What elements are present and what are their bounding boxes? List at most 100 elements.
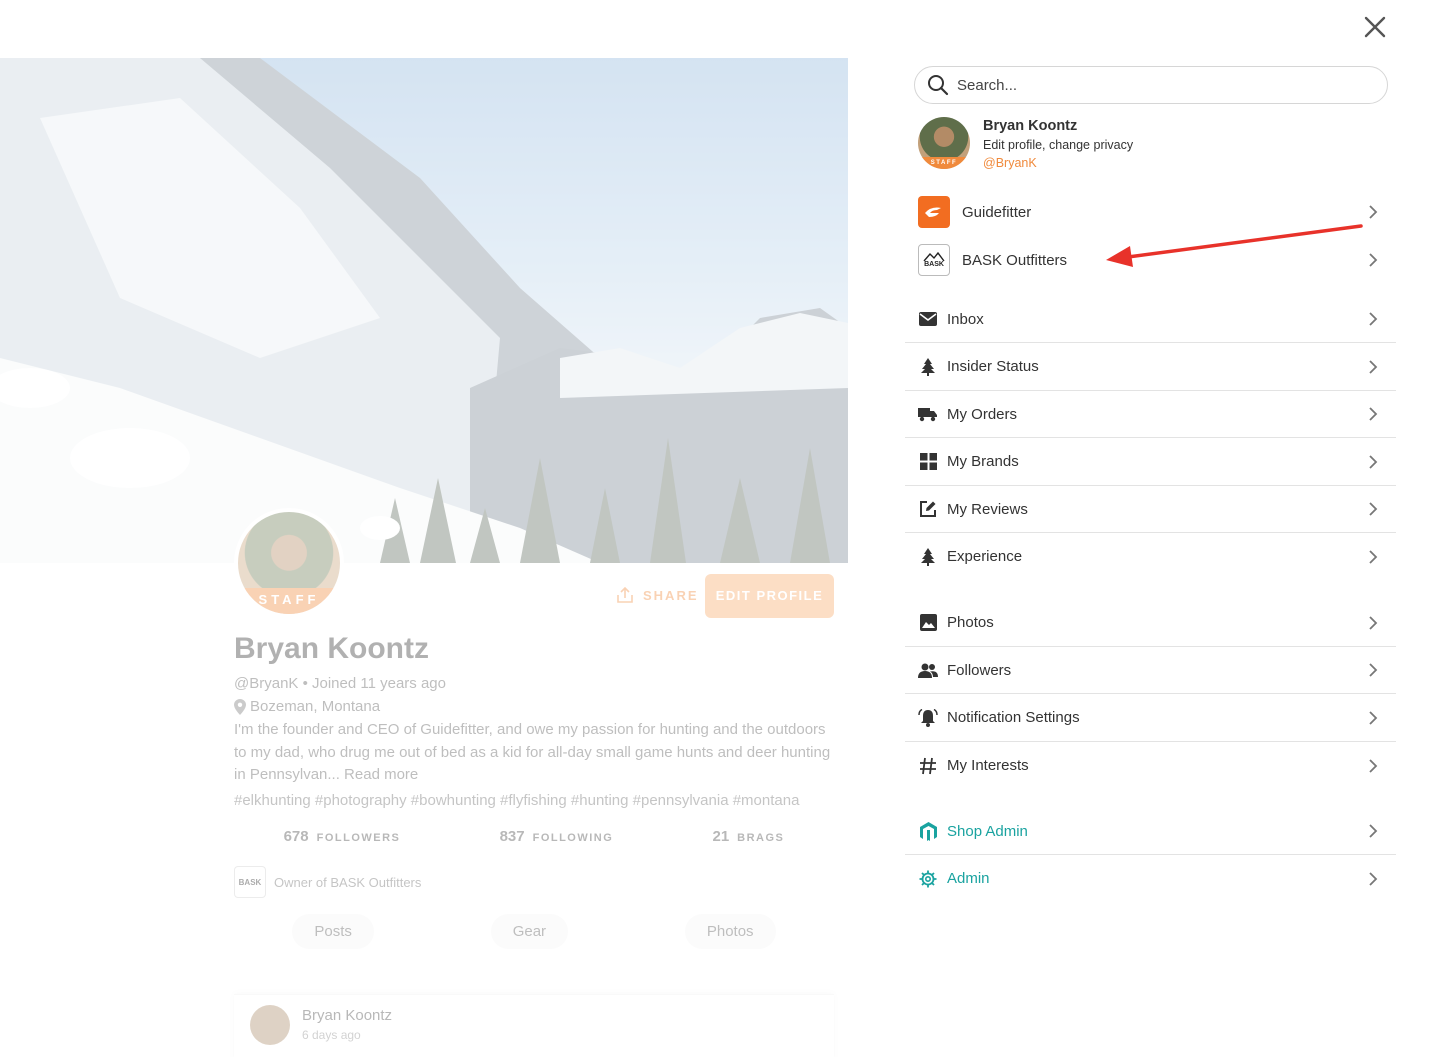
bask-logo-text: BASK: [924, 260, 944, 268]
chevron-right-icon: [1369, 824, 1378, 838]
profile-location: Bozeman, Montana: [234, 698, 380, 715]
menu-item-my-orders[interactable]: My Orders: [905, 391, 1396, 438]
map-pin-icon: [234, 698, 246, 715]
image-icon: [918, 613, 938, 633]
share-icon: [617, 586, 633, 603]
tab-posts[interactable]: Posts: [292, 914, 374, 949]
chevron-right-icon: [1369, 502, 1378, 516]
owner-of-badge[interactable]: BASK Owner of BASK Outfitters: [234, 866, 421, 898]
chevron-right-icon: [1369, 253, 1378, 267]
share-button[interactable]: SHARE: [615, 586, 699, 604]
bell-icon: [918, 708, 938, 728]
chevron-right-icon: [1369, 871, 1378, 886]
menu-item-label: Shop Admin: [947, 822, 1028, 840]
guidefitter-logo-icon: [918, 196, 950, 228]
tree-icon: [918, 547, 938, 567]
profile-avatar[interactable]: STAFF: [234, 508, 344, 618]
search-icon: [928, 75, 949, 96]
menu-item-label: My Interests: [947, 757, 1029, 774]
profile-page: STAFF SHARE EDIT PROFILE Bryan Koontz @B…: [0, 0, 848, 1057]
profile-stats: 678 FOLLOWERS 837 FOLLOWING 21 BRAGS: [234, 828, 834, 845]
menu-item-experience[interactable]: Experience: [905, 533, 1396, 580]
menu-item-label: Notification Settings: [947, 709, 1080, 726]
account-label: BASK Outfitters: [962, 251, 1068, 269]
tab-photos[interactable]: Photos: [684, 914, 776, 949]
stat-value: 21: [712, 828, 730, 845]
menu-item-label: My Reviews: [947, 500, 1028, 518]
mountain-scene: [0, 58, 848, 563]
user-handle: @BryanK: [983, 156, 1037, 170]
current-user-card[interactable]: STAFF Bryan Koontz Edit profile, change …: [918, 117, 1133, 170]
profile-name: Bryan Koontz: [234, 632, 429, 665]
menu-item-inbox[interactable]: Inbox: [905, 296, 1396, 343]
cover-photo: [0, 58, 848, 563]
menu-item-shop-admin[interactable]: Shop Admin: [905, 808, 1396, 855]
menu-item-label: Experience: [947, 548, 1023, 565]
menu-item-notification-settings[interactable]: Notification Settings: [905, 694, 1396, 742]
post-author[interactable]: Bryan Koontz: [302, 1007, 392, 1024]
stat-label: FOLLOWERS: [316, 832, 401, 844]
chevron-right-icon: [1369, 710, 1378, 725]
user-avatar: STAFF: [918, 117, 970, 169]
bask-logo-icon: BASK: [918, 244, 950, 276]
chevron-right-icon: [1369, 407, 1378, 421]
chevron-right-icon: [1369, 359, 1378, 374]
staff-badge: STAFF: [238, 588, 340, 614]
edit-icon: [918, 499, 938, 519]
menu-item-label: Inbox: [947, 310, 984, 328]
chevron-right-icon: [1369, 615, 1378, 630]
profile-bio: I'm the founder and CEO of Guidefitter, …: [234, 721, 831, 783]
post-card[interactable]: Bryan Koontz 6 days ago: [234, 994, 834, 1057]
menu-item-label: My Orders: [947, 405, 1018, 423]
account-label: Guidefitter: [962, 203, 1032, 221]
post-time: 6 days ago: [302, 1028, 361, 1042]
share-label: SHARE: [643, 587, 699, 603]
chevron-right-icon: [1369, 549, 1378, 564]
chevron-right-icon: [1369, 663, 1378, 677]
tab-gear[interactable]: Gear: [490, 914, 569, 949]
user-name: Bryan Koontz: [983, 118, 1078, 134]
users-icon: [918, 660, 938, 680]
user-subtitle: Edit profile, change privacy: [983, 138, 1134, 152]
hashtag-icon: [918, 756, 938, 776]
stat-followers[interactable]: 678 FOLLOWERS: [284, 828, 401, 845]
chevron-right-icon: [1369, 758, 1378, 773]
bask-logo-icon: BASK: [234, 866, 266, 898]
menu-item-label: Followers: [947, 661, 1012, 679]
envelope-icon: [918, 309, 938, 329]
menu-item-admin[interactable]: Admin: [905, 855, 1396, 902]
account-bask-outfitters[interactable]: BASK BASK Outfitters: [905, 243, 1396, 277]
stat-label: BRAGS: [737, 832, 785, 844]
menu-item-label: Photos: [947, 614, 994, 631]
menu-item-label: My Brands: [947, 453, 1019, 470]
profile-tabs: Posts Gear Photos: [234, 914, 834, 949]
menu-item-insider-status[interactable]: Insider Status: [905, 343, 1396, 391]
stat-label: FOLLOWING: [532, 832, 614, 844]
close-icon[interactable]: [1362, 14, 1388, 40]
menu-item-my-reviews[interactable]: My Reviews: [905, 486, 1396, 533]
menu-item-photos[interactable]: Photos: [905, 599, 1396, 647]
profile-tags[interactable]: #elkhunting #photography #bowhunting #fl…: [234, 792, 799, 809]
chevron-right-icon: [1369, 205, 1378, 219]
search-bar[interactable]: [914, 66, 1388, 104]
staff-badge: STAFF: [918, 157, 970, 169]
menu-item-followers[interactable]: Followers: [905, 647, 1396, 694]
gear-icon: [918, 869, 938, 889]
tree-icon: [918, 357, 938, 377]
stat-value: 678: [283, 828, 309, 845]
menu-item-label: Admin: [947, 870, 990, 887]
menu-item-my-interests[interactable]: My Interests: [905, 742, 1396, 789]
magento-icon: [918, 821, 938, 841]
stat-brags[interactable]: 21 BRAGS: [712, 828, 784, 845]
truck-icon: [918, 404, 938, 424]
menu-item-my-brands[interactable]: My Brands: [905, 438, 1396, 486]
menu-item-label: Insider Status: [947, 358, 1039, 375]
search-input[interactable]: [957, 76, 1357, 94]
edit-profile-button[interactable]: EDIT PROFILE: [705, 574, 834, 618]
profile-handle: @BryanK • Joined 11 years ago: [234, 675, 446, 692]
account-guidefitter[interactable]: Guidefitter: [905, 195, 1396, 229]
stat-value: 837: [499, 828, 525, 845]
stat-following[interactable]: 837 FOLLOWING: [500, 828, 614, 845]
chevron-right-icon: [1369, 454, 1378, 469]
post-avatar[interactable]: [250, 1005, 290, 1045]
